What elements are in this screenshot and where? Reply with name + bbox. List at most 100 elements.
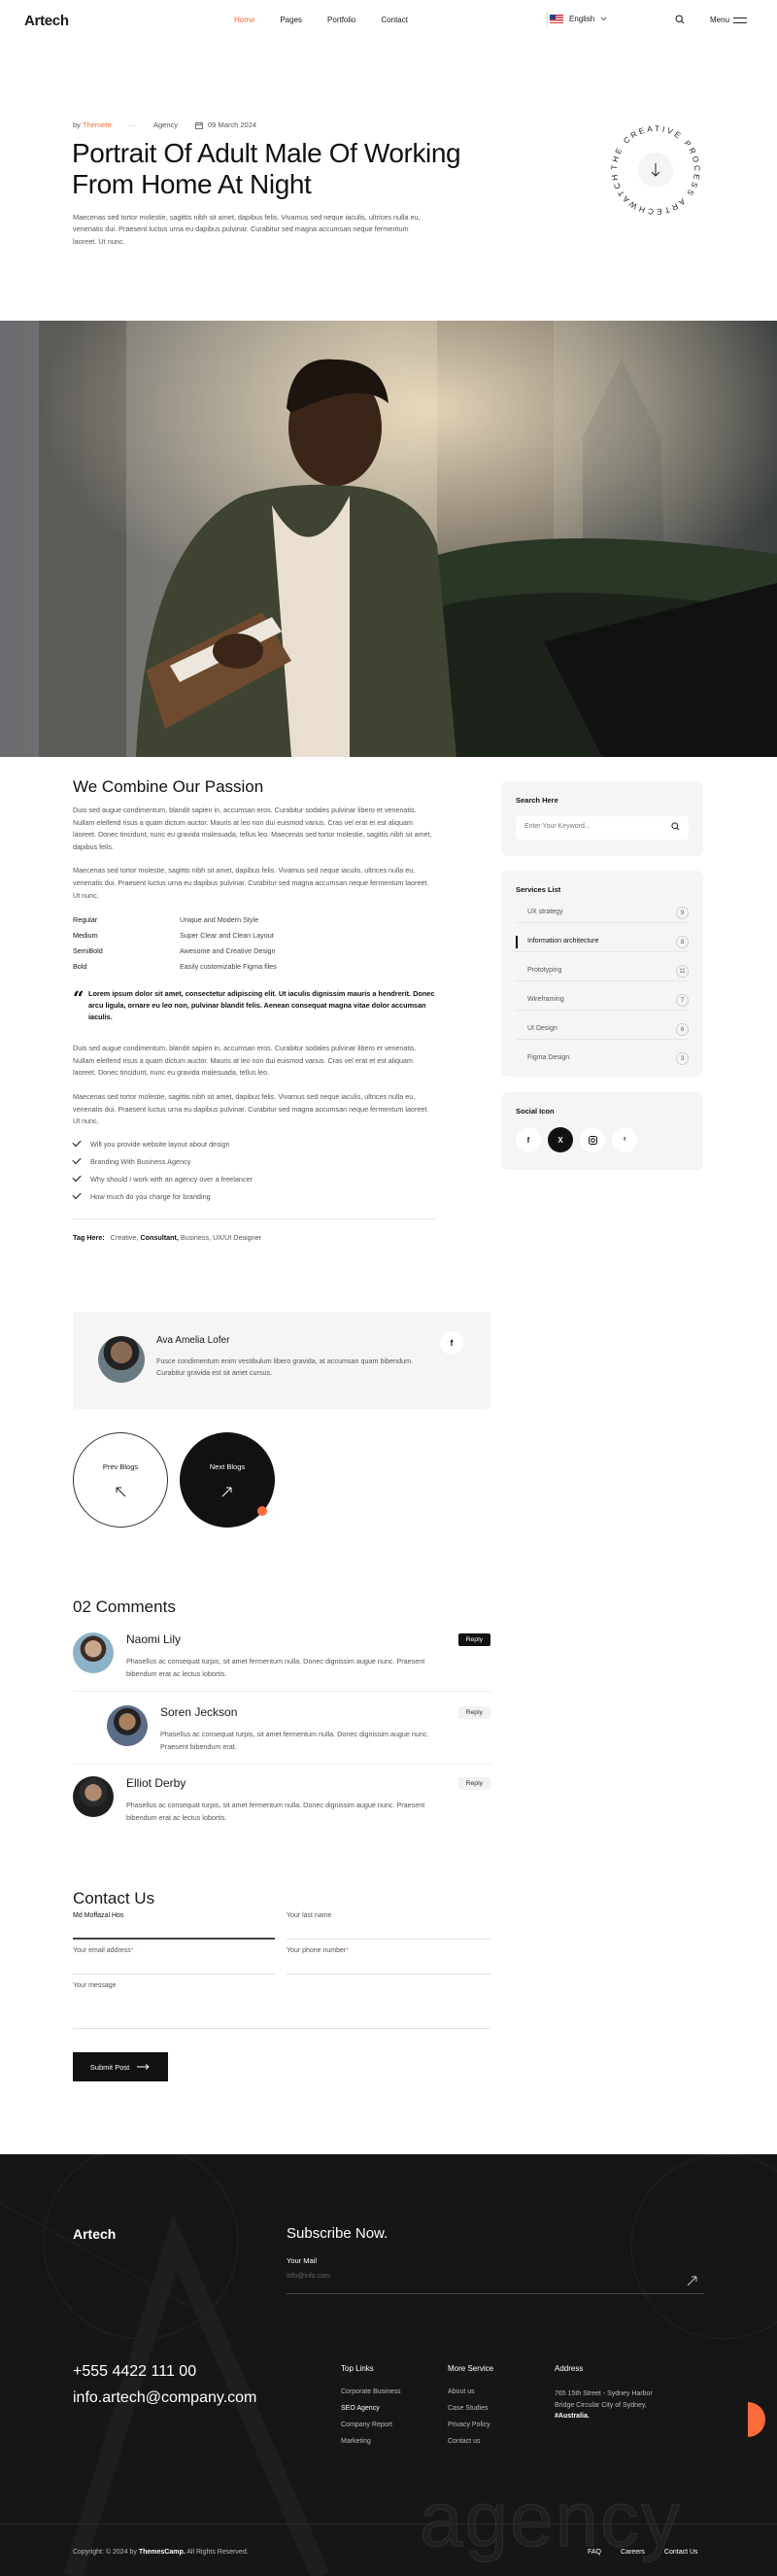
footer-logo[interactable]: Artech [73,2226,116,2242]
site-logo[interactable]: Artech [24,13,69,29]
footer-phone[interactable]: +555 4422 111 00 [73,2363,196,2381]
quote-icon: “ [73,986,84,1011]
message-field[interactable]: Your message [73,1982,490,2029]
check-icon [72,1138,82,1148]
arrow-up-right-icon[interactable] [687,2275,698,2286]
facebook-icon[interactable]: f [516,1127,541,1152]
table-value: Super Clear and Clean Layout [180,931,274,941]
footer-link[interactable]: Contact us [448,2438,493,2445]
prev-blog-button[interactable]: Prev Blogs [73,1432,168,1528]
post-category[interactable]: Agency [153,120,178,129]
footer-link[interactable]: Company Report [341,2421,400,2428]
nav-pages[interactable]: Pages [280,16,302,24]
x-twitter-icon[interactable]: X [548,1127,573,1152]
service-count: 9 [676,907,689,919]
arrow-up-right-icon [221,1487,232,1496]
search-icon[interactable] [675,15,685,26]
search-widget: Search Here Enter Your Keyword... [501,781,703,856]
submit-post-button[interactable]: Submit Post [73,2052,168,2081]
search-input[interactable]: Enter Your Keyword... [516,816,689,840]
nav-home[interactable]: Home [234,16,254,24]
instagram-icon[interactable] [580,1127,605,1152]
footer-link[interactable]: Corporate Business [341,2388,400,2395]
last-name-field[interactable]: Your last name [287,1912,490,1940]
post-date: 09 March 2024 [208,120,257,129]
footer-link[interactable]: SEO Agency [341,2405,400,2412]
comment-author: Elliot Derby [126,1776,186,1790]
checklist: Will you provide website layout about de… [72,1138,437,1201]
table-row: Bold Easily customizable Figma files [73,962,437,971]
service-label: Wireframing [527,996,564,1003]
pinterest-icon[interactable]: ᴵ [612,1127,637,1152]
footer-col-address: Address 765 15th Street - Sydney Harbor … [555,2364,653,2422]
footer-col-top-links: Top Links Corporate Business SEO Agency … [341,2364,400,2455]
copyright-brand[interactable]: ThemesCamp. [139,2549,186,2556]
nav-contact[interactable]: Contact [381,16,408,24]
table-row: Medium Super Clear and Clean Layout [73,931,437,940]
table-key: SemiBold [73,946,103,956]
footer-link[interactable]: About us [448,2388,493,2395]
search-icon[interactable] [671,822,680,831]
faq-link[interactable]: FAQ [588,2549,601,2556]
creative-process-badge[interactable]: THE CREATIVE PROCESS ARTECHWATCH [602,117,709,223]
menu-button[interactable]: Menu [710,16,748,24]
last-name-placeholder: Your last name [287,1912,332,1919]
facebook-icon[interactable]: f [440,1331,463,1355]
first-name-field[interactable]: Md Moffazal Hos [73,1912,275,1940]
list-item: Why should I work with an agency over a … [72,1173,437,1184]
email-field[interactable]: Your email address* [73,1947,275,1975]
service-item[interactable]: UX strategy 9 [516,906,689,923]
tag-list: Tag Here: Creative, Consultant, Business… [73,1233,437,1242]
table-key: Bold [73,962,87,972]
arrow-right-icon [137,2064,150,2070]
post-author-link[interactable]: Themeht [83,120,112,129]
phone-field[interactable]: Your phone number* [287,1947,490,1975]
contact-us-link[interactable]: Contact Us [664,2549,698,2556]
careers-link[interactable]: Careers [621,2549,645,2556]
reply-button[interactable]: Reply [457,1633,490,1646]
service-item-active[interactable]: Information architecture 8 [516,935,689,952]
calendar-icon [195,121,204,129]
check-icon [72,1173,82,1183]
widget-title: Search Here [516,796,558,805]
col-title: More Service [448,2364,494,2373]
tag-link[interactable]: UX/UI Designer [213,1233,261,1242]
footer-col-more-service: More Service About us Case Studies Priva… [448,2364,493,2455]
tag-link[interactable]: Consultant, [140,1233,179,1242]
author-box: Ava Amelia Lofer Fusce condimentum enim … [73,1312,490,1409]
service-count: 7 [676,994,689,1007]
arrow-up-left-icon [116,1487,126,1496]
divider [73,1691,490,1692]
col-title: Top Links [341,2364,374,2373]
site-header: Artech Home Pages Portfolio Contact Engl… [0,0,777,41]
service-item[interactable]: Prototyping 11 [516,964,689,981]
post-meta: by Themeht — Agency 09 March 2024 [73,120,256,129]
footer-link[interactable]: Privacy Policy [448,2421,493,2428]
footer-email[interactable]: info.artech@company.com [73,2389,256,2407]
tag-link[interactable]: Creative, [111,1233,139,1242]
service-item[interactable]: UI Design 6 [516,1022,689,1040]
reply-button[interactable]: Reply [457,1777,490,1790]
prev-label: Prev Blogs [102,1461,139,1471]
man-writing-photo [0,321,777,757]
required-mark: * [130,1947,134,1954]
service-item[interactable]: Figma Design 3 [516,1051,689,1069]
by-label: by [73,120,81,129]
nav-portfolio[interactable]: Portfolio [327,16,355,24]
reply-button[interactable]: Reply [457,1706,490,1719]
site-footer: Artech Subscribe Now. Your Mail info@inf… [0,2154,777,2576]
footer-link[interactable]: Case Studies [448,2405,493,2412]
avatar [98,1336,145,1383]
language-selector[interactable]: English [550,15,607,23]
copyright: Copyright: © 2024 by ThemesCamp. All Rig… [73,2549,249,2556]
footer-link[interactable]: Marketing [341,2438,400,2445]
service-item[interactable]: Wireframing 7 [516,993,689,1011]
comment-text: Phasellus ac consequat turpis, sit amet … [126,1657,425,1678]
subscribe-heading: Subscribe Now. [287,2225,388,2242]
tag-link[interactable]: Business, [181,1233,211,1242]
article-paragraph: Duis sed augue condimentum, blandit sapi… [73,1044,417,1078]
subscribe-email-input[interactable]: info@info.com [287,2273,704,2294]
menu-label: Menu [710,16,730,24]
list-item: How much do you charge for branding [72,1190,437,1201]
post-pagination: Prev Blogs Next Blogs [73,1432,364,1529]
